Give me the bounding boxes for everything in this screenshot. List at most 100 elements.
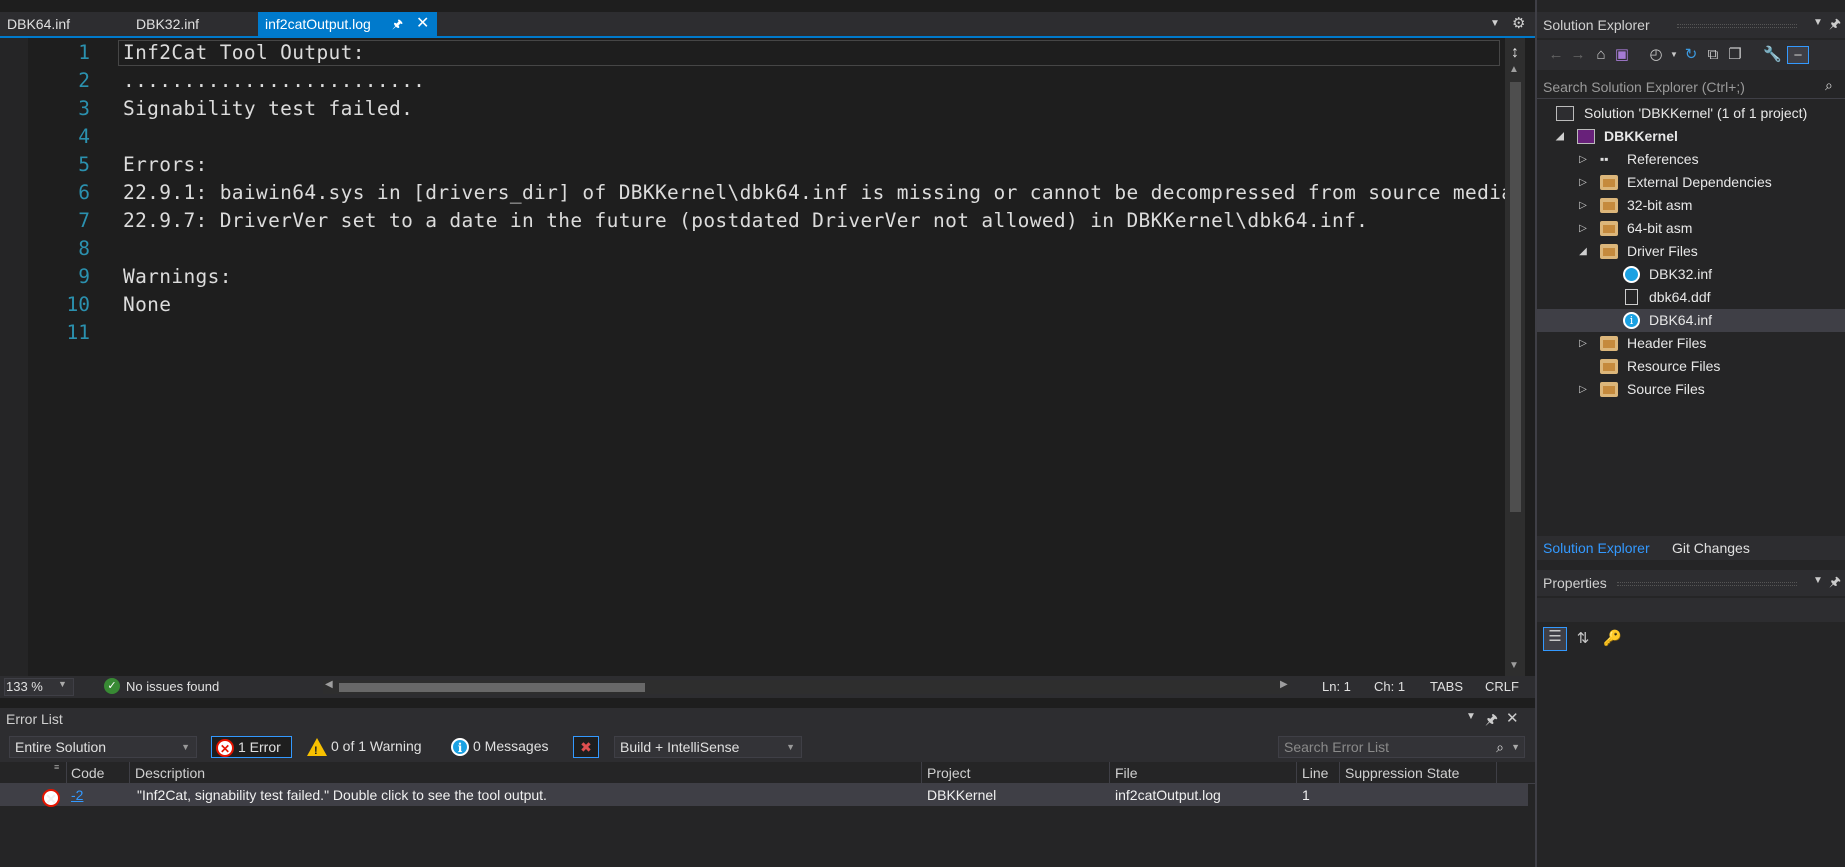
- error-file: inf2catOutput.log: [1115, 787, 1221, 803]
- tab-list-dropdown-icon[interactable]: ▼: [1490, 12, 1500, 36]
- show-all-files-icon[interactable]: ❐: [1726, 46, 1744, 64]
- alphabetical-icon[interactable]: ⇅: [1574, 630, 1592, 648]
- scroll-up-arrow-icon[interactable]: ▲: [1509, 64, 1519, 75]
- horizontal-scroll-thumb[interactable]: [339, 683, 645, 692]
- collapsed-arrow-icon[interactable]: ▷: [1577, 378, 1589, 401]
- chevron-down-icon[interactable]: ▼: [1665, 46, 1683, 64]
- indicator-margin: [0, 38, 28, 676]
- window-position-dropdown-icon[interactable]: ▼: [1813, 17, 1823, 28]
- scroll-left-arrow-icon[interactable]: ◀: [325, 679, 333, 690]
- column-header-project[interactable]: Project: [927, 765, 971, 781]
- tree-node-external-dependencies[interactable]: ▷ External Dependencies: [1537, 171, 1845, 194]
- code-line: 22.9.1: baiwin64.sys in [drivers_dir] of…: [123, 181, 1526, 204]
- tree-node-project[interactable]: ◢ DBKKernel: [1537, 125, 1845, 148]
- errors-filter-button[interactable]: ✕ 1 Error: [211, 736, 292, 758]
- tree-node-header-files[interactable]: ▷ Header Files: [1537, 332, 1845, 355]
- vertical-scroll-thumb[interactable]: [1510, 82, 1521, 512]
- tab-git-changes[interactable]: Git Changes: [1672, 540, 1750, 556]
- collapsed-arrow-icon[interactable]: ▷: [1577, 332, 1589, 355]
- collapsed-arrow-icon[interactable]: ▷: [1577, 148, 1589, 171]
- search-icon[interactable]: ⌕: [1496, 737, 1504, 757]
- column-header-line[interactable]: Line: [1302, 765, 1328, 781]
- folder-open-icon: [1600, 244, 1618, 259]
- folder-icon: [1600, 221, 1618, 236]
- tab-solution-explorer[interactable]: Solution Explorer: [1543, 540, 1650, 556]
- back-icon[interactable]: ←: [1547, 46, 1565, 64]
- tree-node-references[interactable]: ▷ ▪▪ References: [1537, 148, 1845, 171]
- column-header-suppression-state[interactable]: Suppression State: [1345, 765, 1459, 781]
- pending-changes-filter-icon[interactable]: ◴: [1647, 46, 1665, 64]
- gear-icon[interactable]: ⚙: [1512, 12, 1525, 36]
- table-row[interactable]: ✕ -2 "Inf2Cat, signability test failed."…: [0, 784, 1528, 807]
- tree-node-label: DBK32.inf: [1649, 266, 1713, 282]
- chevron-down-icon[interactable]: ▼: [1511, 737, 1520, 757]
- tree-node-32-bit-asm[interactable]: ▷ 32-bit asm: [1537, 194, 1845, 217]
- check-circle-icon: ✓: [104, 678, 120, 694]
- code-editor[interactable]: 1 Inf2Cat Tool Output: 2 ...............…: [0, 38, 1535, 676]
- pin-icon[interactable]: 🖈: [1829, 573, 1841, 595]
- collapsed-arrow-icon[interactable]: ▷: [1577, 194, 1589, 217]
- build-filter-dropdown[interactable]: Build + IntelliSense ▼: [614, 736, 802, 758]
- categorized-icon[interactable]: ☰: [1543, 627, 1567, 651]
- window-position-dropdown-icon[interactable]: ▼: [1813, 575, 1823, 586]
- search-icon[interactable]: ⌕: [1825, 77, 1833, 94]
- tree-node-dbk64-inf[interactable]: i DBK64.inf: [1537, 309, 1845, 332]
- column-indicator[interactable]: Ch: 1: [1374, 679, 1405, 694]
- preview-selected-items-icon[interactable]: −: [1787, 46, 1809, 64]
- pin-icon[interactable]: 🖈: [1829, 15, 1841, 37]
- window-position-dropdown-icon[interactable]: ▼: [1466, 711, 1476, 722]
- line-indicator[interactable]: Ln: 1: [1322, 679, 1351, 694]
- scroll-right-arrow-icon[interactable]: ▶: [1280, 679, 1288, 690]
- error-list-titlebar: Error List ▼ 🖈 ✕: [0, 708, 1535, 730]
- column-chooser-icon[interactable]: ≡: [54, 762, 59, 772]
- error-project: DBKKernel: [927, 787, 997, 803]
- issues-status[interactable]: No issues found: [126, 679, 219, 694]
- tree-node-label: External Dependencies: [1627, 174, 1772, 190]
- home-icon[interactable]: ⌂: [1592, 46, 1610, 64]
- sync-icon[interactable]: ↻: [1682, 46, 1700, 64]
- collapsed-arrow-icon[interactable]: ▷: [1577, 171, 1589, 194]
- close-icon[interactable]: ✕: [416, 12, 429, 36]
- tree-node-source-files[interactable]: ▷ Source Files: [1537, 378, 1845, 401]
- column-header-code[interactable]: Code: [71, 765, 104, 781]
- property-pages-icon[interactable]: 🔑: [1603, 630, 1622, 648]
- collapse-all-icon[interactable]: ⧉: [1704, 46, 1722, 64]
- expanded-arrow-icon[interactable]: ◢: [1554, 125, 1566, 148]
- column-header-description[interactable]: Description: [135, 765, 205, 781]
- tree-node-solution[interactable]: Solution 'DBKKernel' (1 of 1 project): [1537, 102, 1845, 125]
- error-list-column-header: ≡ Code Description Project File Line Sup…: [0, 762, 1535, 784]
- close-icon[interactable]: ✕: [1506, 709, 1519, 727]
- messages-filter-button[interactable]: i0 Messages: [447, 736, 559, 758]
- tab-dbk32-inf[interactable]: DBK32.inf: [129, 12, 256, 36]
- properties-object-selector[interactable]: [1537, 598, 1845, 622]
- error-code-link[interactable]: -2: [71, 787, 83, 803]
- tree-node-driver-files[interactable]: ◢ Driver Files: [1537, 240, 1845, 263]
- solution-explorer-search-input[interactable]: Search Solution Explorer (Ctrl+;) ⌕: [1537, 75, 1845, 99]
- whitespace-indicator[interactable]: TABS: [1430, 679, 1463, 694]
- tree-node-resource-files[interactable]: Resource Files: [1537, 355, 1845, 378]
- properties-wrench-icon[interactable]: 🔧: [1763, 46, 1782, 64]
- forward-icon[interactable]: →: [1569, 46, 1587, 64]
- switch-views-icon[interactable]: ▣: [1613, 46, 1631, 64]
- split-window-icon[interactable]: ↕: [1507, 44, 1523, 62]
- error-list-title: Error List: [6, 711, 63, 727]
- filter-current-document-icon[interactable]: ✖: [573, 736, 599, 758]
- vertical-scrollbar[interactable]: ▲ ▼: [1505, 38, 1525, 676]
- error-line: 1: [1302, 787, 1310, 803]
- expanded-arrow-icon[interactable]: ◢: [1577, 240, 1589, 263]
- warnings-filter-label: 0 of 1 Warning: [331, 738, 422, 754]
- tree-node-64-bit-asm[interactable]: ▷ 64-bit asm: [1537, 217, 1845, 240]
- warnings-filter-button[interactable]: ! 0 of 1 Warning: [303, 736, 433, 758]
- horizontal-scrollbar[interactable]: ◀ ▶: [323, 679, 1290, 694]
- tab-inf2catoutput-log[interactable]: inf2catOutput.log 🖈 ✕: [258, 12, 437, 36]
- tree-node-dbk64-ddf[interactable]: dbk64.ddf: [1537, 286, 1845, 309]
- column-header-file[interactable]: File: [1115, 765, 1138, 781]
- line-ending-indicator[interactable]: CRLF: [1485, 679, 1519, 694]
- pin-icon[interactable]: 🖈: [392, 12, 403, 36]
- scroll-down-arrow-icon[interactable]: ▼: [1509, 660, 1519, 671]
- tree-node-dbk32-inf[interactable]: DBK32.inf: [1537, 263, 1845, 286]
- scope-dropdown[interactable]: Entire Solution ▼: [9, 736, 197, 758]
- tab-dbk64-inf[interactable]: DBK64.inf: [0, 12, 125, 36]
- collapsed-arrow-icon[interactable]: ▷: [1577, 217, 1589, 240]
- search-error-list-input[interactable]: Search Error List ⌕ ▼: [1278, 736, 1525, 758]
